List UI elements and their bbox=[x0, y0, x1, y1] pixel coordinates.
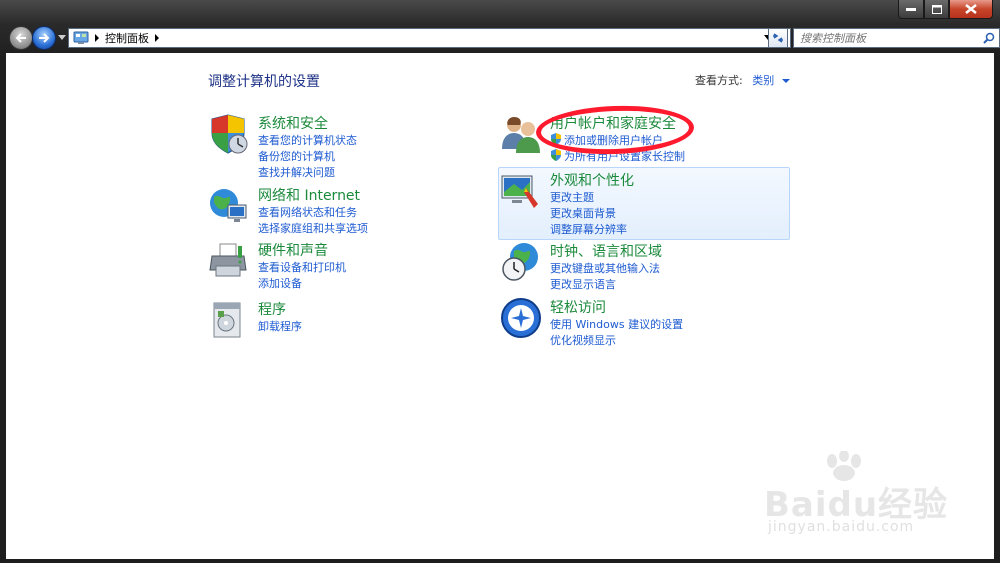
link-view-computer-status[interactable]: 查看您的计算机状态 bbox=[258, 132, 357, 148]
view-by-dropdown[interactable]: 类别 bbox=[752, 74, 774, 87]
control-panel-icon bbox=[73, 31, 89, 44]
link-change-keyboard[interactable]: 更改键盘或其他输入法 bbox=[550, 260, 660, 276]
category-title[interactable]: 轻松访问 bbox=[550, 297, 606, 317]
programs-icon[interactable] bbox=[208, 299, 250, 341]
page-title: 调整计算机的设置 bbox=[208, 74, 320, 90]
category-title[interactable]: 时钟、语言和区域 bbox=[550, 241, 662, 261]
minimize-button[interactable] bbox=[898, 0, 924, 19]
link-uninstall-program[interactable]: 卸载程序 bbox=[258, 318, 302, 334]
caption-buttons bbox=[898, 0, 993, 19]
category-title[interactable]: 系统和安全 bbox=[258, 113, 328, 133]
breadcrumb-separator-icon[interactable] bbox=[94, 34, 100, 42]
link-adjust-resolution[interactable]: 调整屏幕分辨率 bbox=[550, 221, 627, 237]
content-area: 调整计算机的设置 查看方式: 类别 系统和安全 查看您的计算机状态 备份您的计算… bbox=[6, 53, 994, 559]
breadcrumb-separator-icon[interactable] bbox=[154, 34, 160, 42]
back-arrow-icon bbox=[15, 33, 26, 43]
category-ease-of-access: 轻松访问 使用 Windows 建议的设置 优化视频显示 bbox=[500, 297, 740, 347]
back-button[interactable] bbox=[9, 26, 33, 50]
search-box[interactable] bbox=[793, 28, 1000, 48]
close-button[interactable] bbox=[949, 0, 993, 19]
category-appearance: 外观和个性化 更改主题 更改桌面背景 调整屏幕分辨率 bbox=[500, 170, 740, 236]
personalization-icon[interactable] bbox=[500, 170, 542, 212]
address-bar[interactable]: 控制面板 bbox=[68, 28, 791, 48]
link-network-status[interactable]: 查看网络状态和任务 bbox=[258, 204, 357, 220]
forward-arrow-icon bbox=[39, 33, 50, 43]
window-frame: 控制面板 调整计算机的设置 查看方式: 类别 bbox=[0, 0, 1000, 563]
shield-icon[interactable] bbox=[208, 113, 250, 155]
category-network-internet: 网络和 Internet 查看网络状态和任务 选择家庭组和共享选项 bbox=[208, 185, 448, 235]
forward-button[interactable] bbox=[32, 26, 56, 50]
link-homegroup-sharing[interactable]: 选择家庭组和共享选项 bbox=[258, 220, 368, 236]
chevron-down-icon[interactable] bbox=[781, 79, 790, 83]
category-hardware-sound: 硬件和声音 查看设备和打印机 添加设备 bbox=[208, 240, 448, 290]
link-change-display-language[interactable]: 更改显示语言 bbox=[550, 276, 616, 292]
refresh-icon bbox=[773, 33, 783, 43]
network-globe-icon[interactable] bbox=[208, 185, 250, 227]
category-title[interactable]: 网络和 Internet bbox=[258, 185, 360, 205]
link-devices-printers[interactable]: 查看设备和打印机 bbox=[258, 259, 346, 275]
search-input[interactable] bbox=[800, 31, 970, 45]
link-troubleshoot[interactable]: 查找并解决问题 bbox=[258, 164, 335, 180]
link-windows-recommended-settings[interactable]: 使用 Windows 建议的设置 bbox=[550, 316, 683, 332]
uac-shield-icon bbox=[551, 149, 561, 161]
view-by-label: 查看方式: bbox=[695, 74, 743, 87]
maximize-button[interactable] bbox=[924, 0, 949, 19]
category-title[interactable]: 硬件和声音 bbox=[258, 240, 328, 260]
breadcrumb-control-panel[interactable]: 控制面板 bbox=[105, 30, 149, 46]
category-system-security: 系统和安全 查看您的计算机状态 备份您的计算机 查找并解决问题 bbox=[208, 113, 448, 179]
link-add-device[interactable]: 添加设备 bbox=[258, 275, 302, 291]
link-change-background[interactable]: 更改桌面背景 bbox=[550, 205, 616, 221]
category-title[interactable]: 程序 bbox=[258, 299, 286, 319]
maximize-icon bbox=[931, 4, 942, 14]
view-by: 查看方式: 类别 bbox=[695, 72, 790, 88]
watermark-url: jingyan.baidu.com bbox=[768, 519, 915, 535]
link-change-theme[interactable]: 更改主题 bbox=[550, 189, 594, 205]
clock-globe-icon[interactable] bbox=[500, 241, 542, 283]
link-backup-computer[interactable]: 备份您的计算机 bbox=[258, 148, 335, 164]
search-icon[interactable] bbox=[983, 32, 995, 44]
category-clock-language-region: 时钟、语言和区域 更改键盘或其他输入法 更改显示语言 bbox=[500, 241, 740, 291]
refresh-button[interactable] bbox=[768, 28, 788, 48]
category-programs: 程序 卸载程序 bbox=[208, 299, 448, 341]
ease-of-access-icon[interactable] bbox=[500, 297, 542, 339]
category-title[interactable]: 外观和个性化 bbox=[550, 170, 634, 190]
printer-icon[interactable] bbox=[208, 240, 250, 282]
navigation-bar: 控制面板 bbox=[6, 25, 1000, 51]
minimize-icon bbox=[906, 8, 916, 11]
history-dropdown-icon[interactable] bbox=[58, 34, 66, 42]
close-icon bbox=[965, 4, 977, 14]
link-optimize-video[interactable]: 优化视频显示 bbox=[550, 332, 616, 348]
